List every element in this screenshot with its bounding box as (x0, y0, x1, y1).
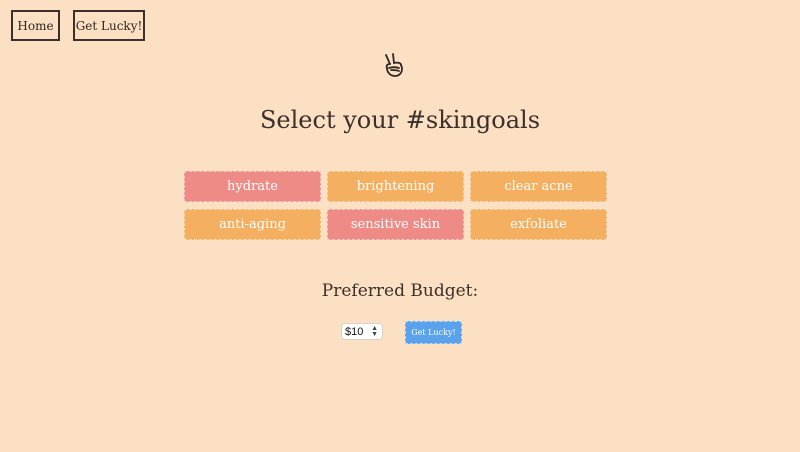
select-arrows-icon: ▲ ▼ (371, 325, 378, 338)
get-lucky-nav-button[interactable]: Get Lucky! (73, 10, 145, 41)
get-lucky-submit-button[interactable]: Get Lucky! (405, 321, 462, 344)
goal-anti-aging[interactable]: anti-aging (184, 209, 321, 240)
skin-goals-grid: hydrate brightening clear acne anti-agin… (184, 171, 608, 240)
budget-label: Preferred Budget: (321, 281, 479, 301)
budget-select[interactable]: $10 ▲ ▼ (341, 323, 383, 340)
peace-hand-icon (385, 53, 403, 77)
goal-hydrate[interactable]: hydrate (184, 171, 321, 202)
goal-clear-acne[interactable]: clear acne (470, 171, 607, 202)
page: Home Get Lucky! Select your #skingoals h… (0, 0, 800, 452)
goal-brightening[interactable]: brightening (327, 171, 464, 202)
page-title: Select your #skingoals (259, 106, 541, 134)
goal-sensitive-skin[interactable]: sensitive skin (327, 209, 464, 240)
goal-exfoliate[interactable]: exfoliate (470, 209, 607, 240)
budget-selected-value: $10 (345, 325, 364, 338)
home-button[interactable]: Home (11, 10, 60, 41)
